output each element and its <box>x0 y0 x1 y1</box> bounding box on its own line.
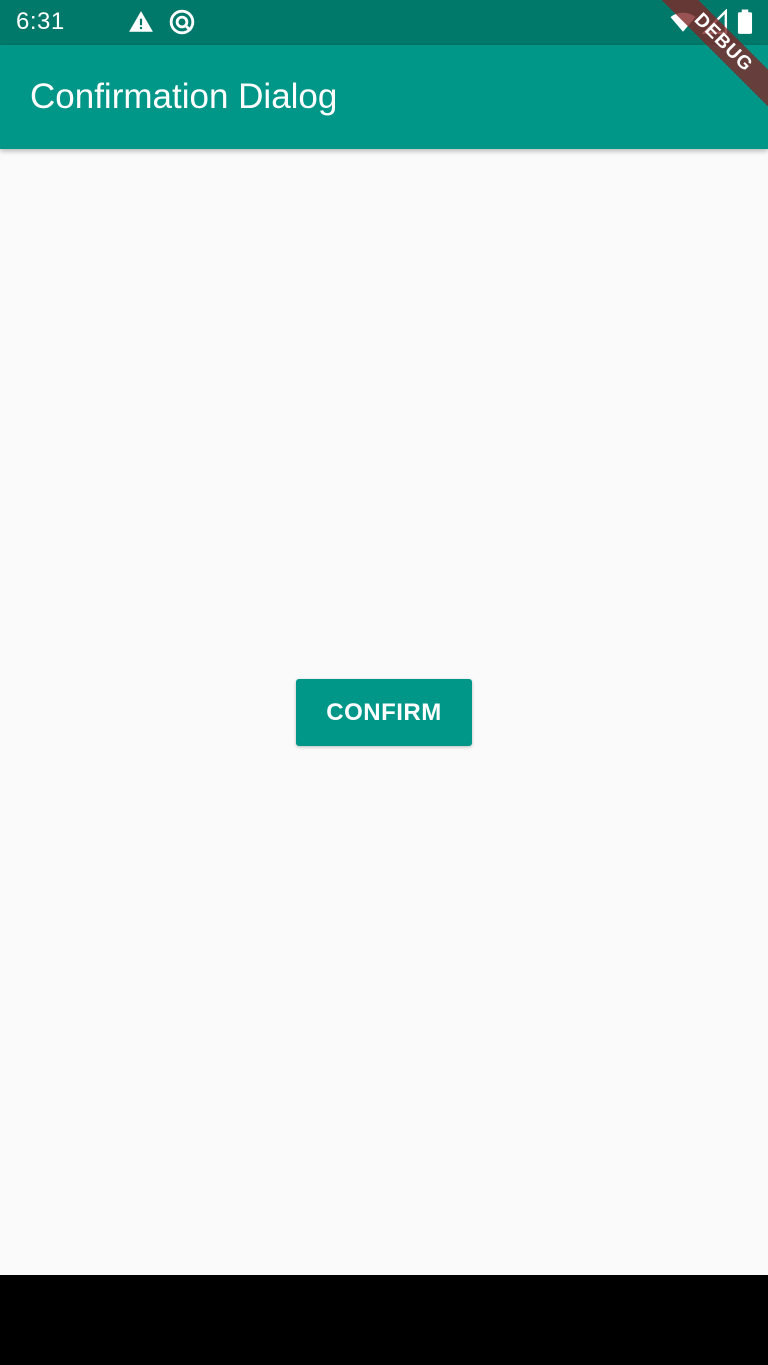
status-time: 6:31 <box>16 8 65 35</box>
warning-icon <box>129 11 153 32</box>
confirm-button[interactable]: CONFIRM <box>296 679 472 746</box>
signal-icon <box>702 9 728 35</box>
battery-icon <box>737 9 753 34</box>
page-title: Confirmation Dialog <box>30 77 338 116</box>
navigation-bar <box>0 1275 768 1365</box>
app-bar: Confirmation Dialog <box>0 45 768 149</box>
at-sign-icon <box>169 9 195 35</box>
status-bar: 6:31 <box>0 0 768 45</box>
wifi-icon <box>670 12 696 32</box>
